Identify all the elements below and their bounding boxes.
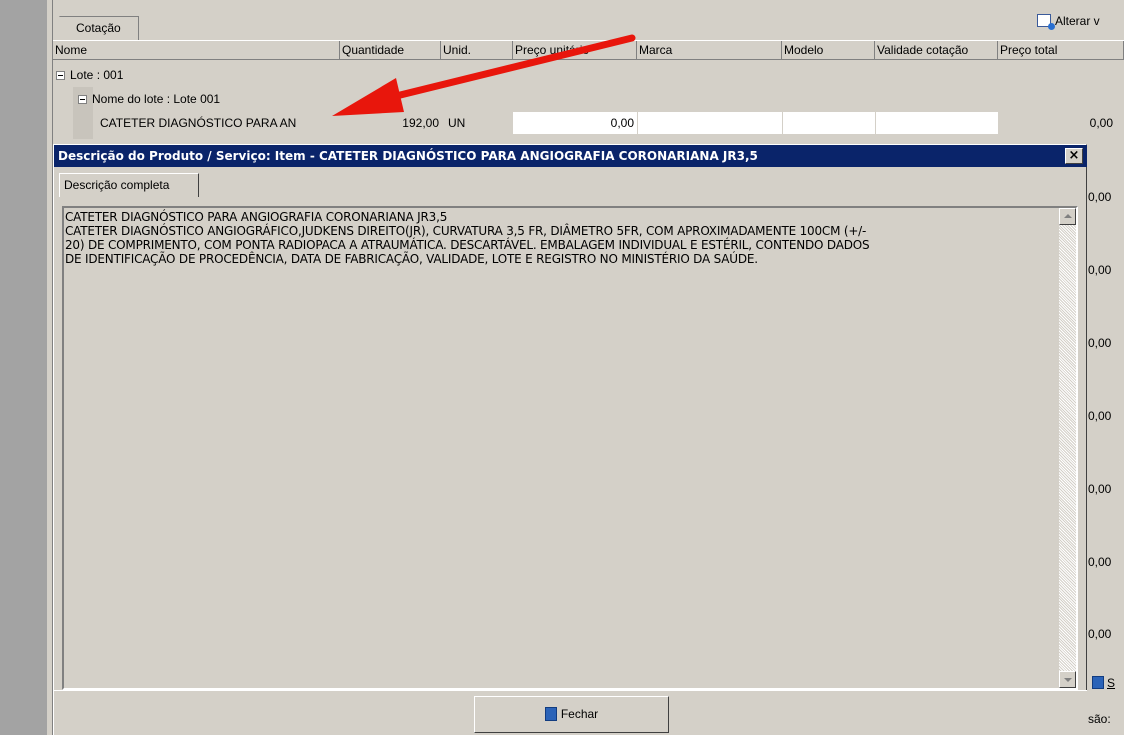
tab-strip: Cotação Alterar v <box>53 0 1124 40</box>
dialog-title: Descrição do Produto / Serviço: Item - C… <box>58 149 758 163</box>
item-validade-input[interactable] <box>875 112 998 134</box>
save-label: S <box>1107 676 1116 690</box>
left-gray-bar <box>0 0 47 735</box>
description-dialog: Descrição do Produto / Serviço: Item - C… <box>53 144 1087 735</box>
column-header-marca[interactable]: Marca <box>637 41 782 60</box>
item-total-cell: 0,00 <box>1089 116 1113 130</box>
total-value: 0,00 <box>1088 190 1112 204</box>
alterar-label: Alterar v <box>1055 14 1100 28</box>
tab-descricao-completa[interactable]: Descrição completa <box>59 173 199 197</box>
tree-row-lote-name[interactable]: Nome do lote : Lote 001 <box>78 87 220 111</box>
total-value: 0,00 <box>1088 263 1112 277</box>
item-unit-price-input[interactable]: 0,00 <box>513 112 637 134</box>
column-header-preco-total[interactable]: Preço total <box>998 41 1124 60</box>
total-value: 0,00 <box>1088 627 1112 641</box>
fechar-label: Fechar <box>560 707 599 721</box>
alterar-button[interactable]: Alterar v <box>1037 10 1124 32</box>
collapse-icon[interactable] <box>78 95 87 104</box>
column-header-validade[interactable]: Validade cotação <box>875 41 998 60</box>
status-label-partial: são: <box>1088 712 1111 726</box>
tab-cotacao-label: Cotação <box>76 21 121 35</box>
item-quantity-cell[interactable]: 192,00 <box>340 112 441 134</box>
dialog-titlebar[interactable]: Descrição do Produto / Serviço: Item - C… <box>54 145 1087 167</box>
fechar-button[interactable]: Fechar <box>474 696 669 733</box>
total-value: 0,00 <box>1088 336 1112 350</box>
collapse-icon[interactable] <box>56 71 65 80</box>
tab-cotacao[interactable]: Cotação <box>59 16 139 40</box>
exit-door-icon <box>544 707 557 721</box>
close-icon[interactable]: × <box>1065 148 1083 164</box>
description-text: CATETER DIAGNÓSTICO PARA ANGIOGRAFIA COR… <box>65 210 870 266</box>
tab-slant <box>59 16 73 40</box>
total-value: 0,00 <box>1088 482 1112 496</box>
save-icon <box>1092 676 1104 689</box>
column-header-nome[interactable]: Nome <box>53 41 340 60</box>
tree-row-lote[interactable]: Lote : 001 <box>56 63 123 87</box>
total-value: 0,00 <box>1088 409 1112 423</box>
edit-value-icon <box>1037 14 1055 30</box>
item-unit-cell[interactable]: UN <box>448 112 508 134</box>
grid-header: Nome Quantidade Unid. Preço unitário Mar… <box>53 40 1124 60</box>
vertical-scrollbar[interactable] <box>1059 208 1076 688</box>
save-button-partial[interactable]: S <box>1092 676 1115 690</box>
item-marca-input[interactable] <box>637 112 782 134</box>
lote-name-label: Nome do lote : Lote 001 <box>92 92 221 106</box>
item-name-cell[interactable]: CATETER DIAGNÓSTICO PARA AN <box>100 111 340 135</box>
column-header-unid[interactable]: Unid. <box>441 41 513 60</box>
scroll-down-icon[interactable] <box>1059 671 1076 688</box>
total-value: 0,00 <box>1088 555 1112 569</box>
column-header-preco-unitario[interactable]: Preço unitário <box>513 41 637 60</box>
dialog-footer: Fechar <box>54 690 1087 735</box>
description-textarea[interactable]: CATETER DIAGNÓSTICO PARA ANGIOGRAFIA COR… <box>62 206 1078 690</box>
column-header-quantidade[interactable]: Quantidade <box>340 41 441 60</box>
item-modelo-input[interactable] <box>782 112 875 134</box>
scroll-up-icon[interactable] <box>1059 208 1076 225</box>
lote-label: Lote : 001 <box>70 68 124 82</box>
column-header-modelo[interactable]: Modelo <box>782 41 875 60</box>
